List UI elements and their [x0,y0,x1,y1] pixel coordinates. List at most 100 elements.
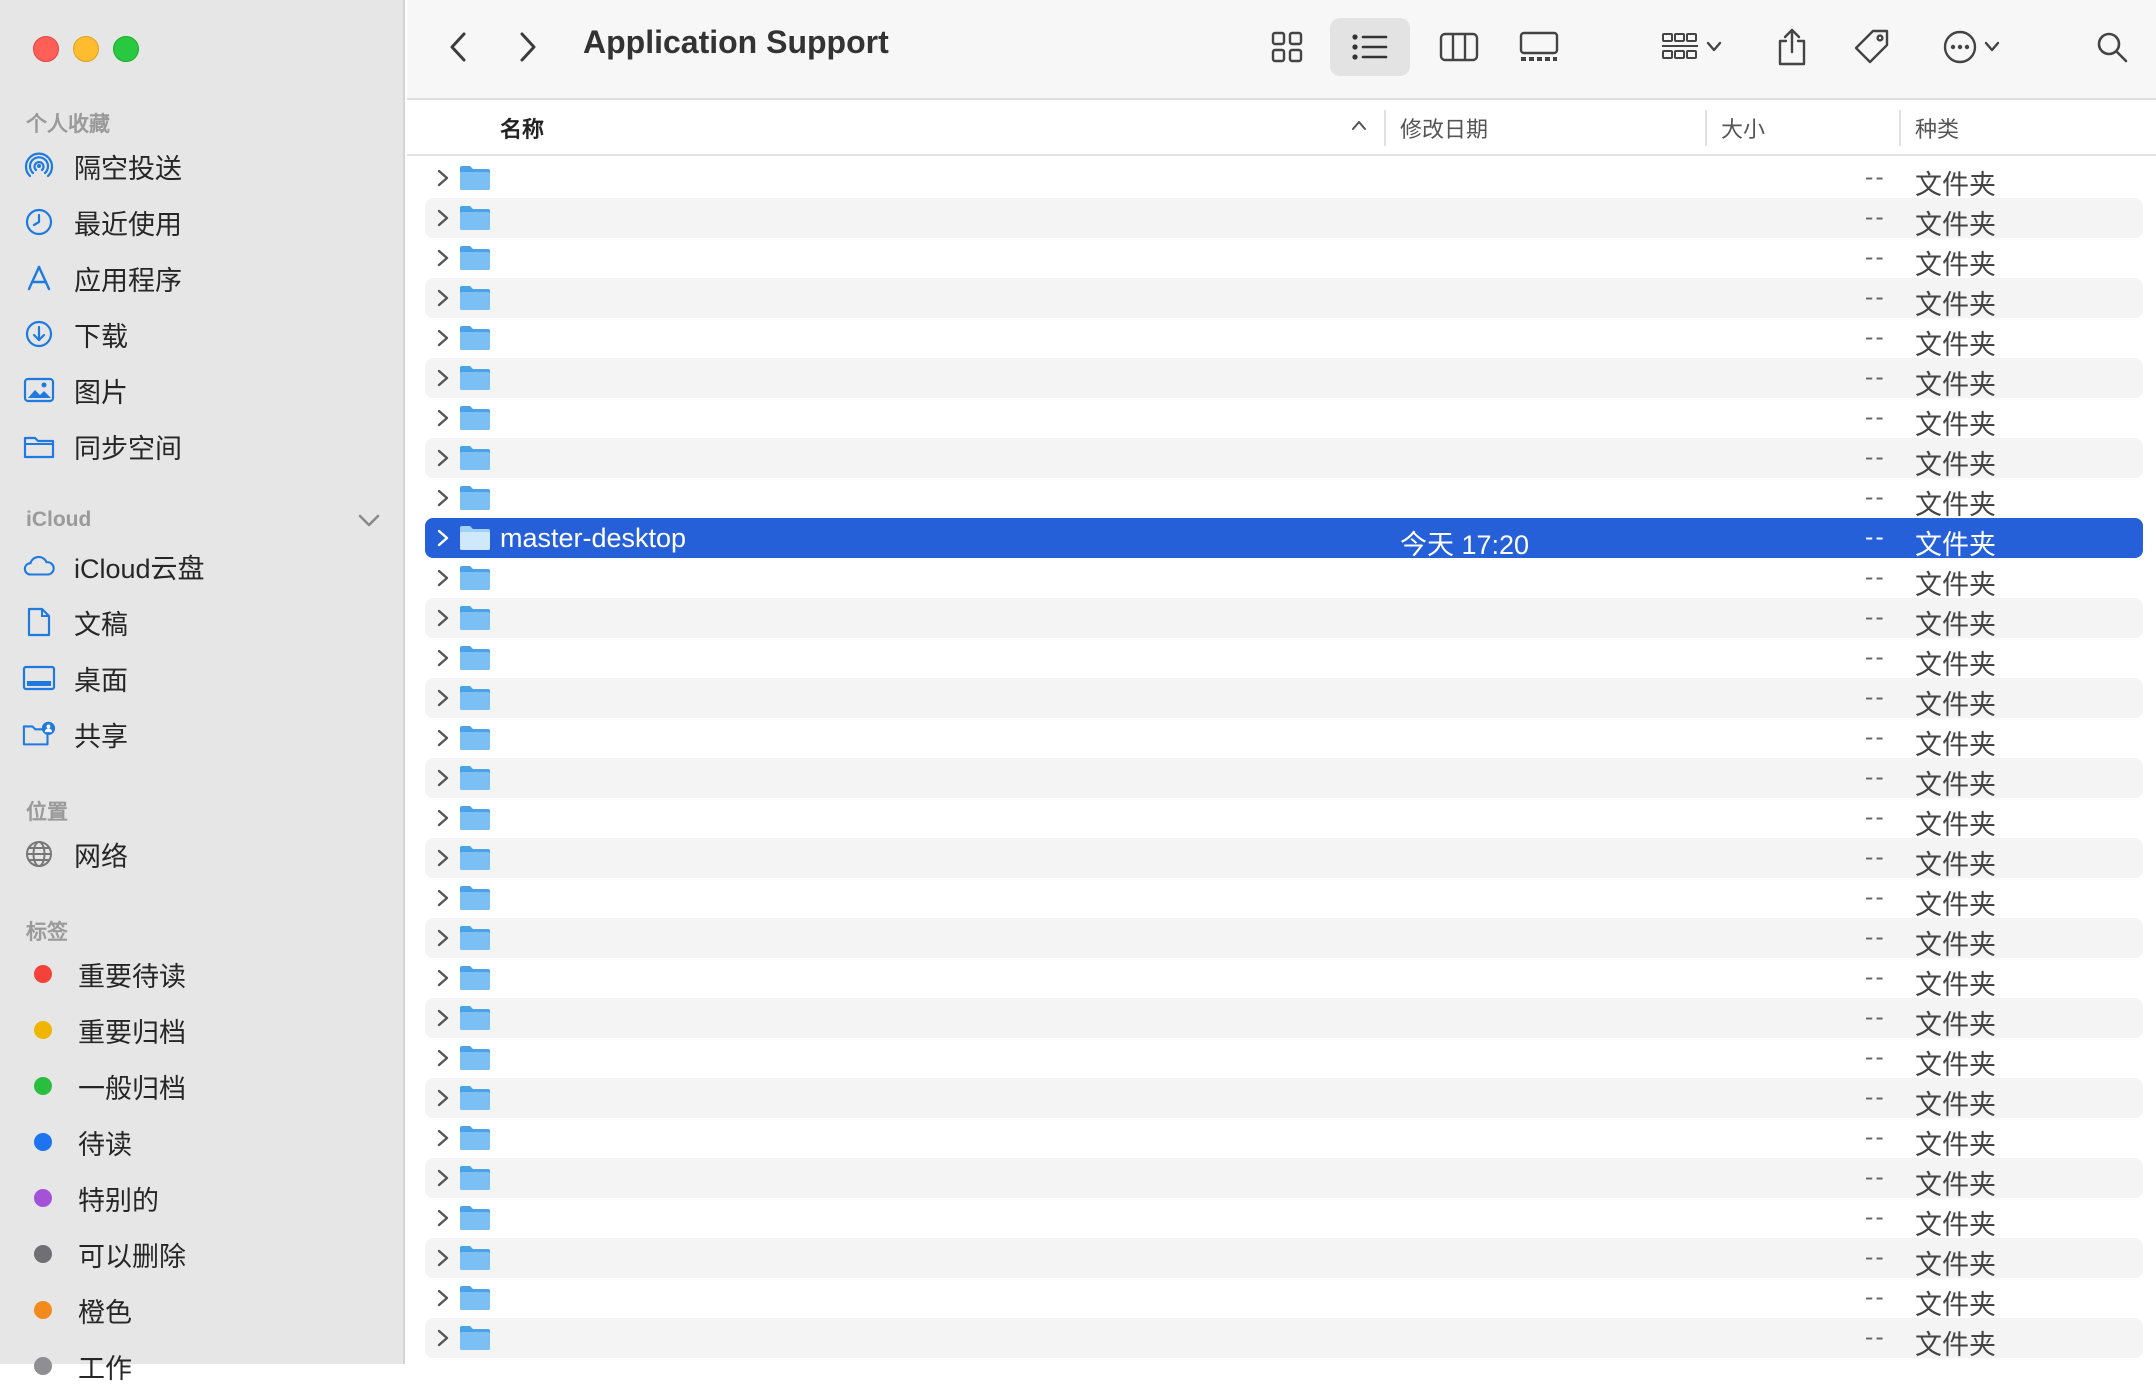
gallery-view-button[interactable] [1509,18,1569,76]
column-divider[interactable] [1384,110,1386,146]
disclosure-chevron-icon[interactable] [433,727,453,749]
table-row[interactable]: -- 文件夹 [425,478,2143,520]
disclosure-chevron-icon[interactable] [433,767,453,789]
disclosure-chevron-icon[interactable] [433,807,453,829]
table-row[interactable]: -- 文件夹 [425,198,2143,240]
table-row[interactable]: -- 文件夹 [425,1158,2143,1200]
group-by-button[interactable] [1649,18,1733,76]
disclosure-chevron-icon[interactable] [433,567,453,589]
table-row[interactable]: -- 文件夹 [425,1238,2143,1280]
disclosure-chevron-icon[interactable] [433,1007,453,1029]
table-row[interactable]: -- 文件夹 [425,1078,2143,1120]
table-row[interactable]: -- 文件夹 [425,1318,2143,1360]
disclosure-chevron-icon[interactable] [433,287,453,309]
disclosure-chevron-icon[interactable] [433,607,453,629]
table-row[interactable]: -- 文件夹 [425,398,2143,440]
column-name[interactable]: 名称 [500,112,544,144]
table-row[interactable]: -- 文件夹 [425,238,2143,280]
table-row[interactable]: -- 文件夹 [425,158,2143,200]
sidebar-item[interactable]: 最近使用 [22,198,392,246]
disclosure-chevron-icon[interactable] [433,367,453,389]
table-row[interactable]: -- 文件夹 [425,798,2143,840]
table-row[interactable]: -- 文件夹 [425,358,2143,400]
table-row[interactable]: -- 文件夹 [425,1198,2143,1240]
sidebar-tag-item[interactable]: 重要归档 [22,1006,392,1054]
table-row[interactable]: -- 文件夹 [425,278,2143,320]
sidebar-item[interactable]: 应用程序 [22,254,392,302]
table-row[interactable]: -- 文件夹 [425,1118,2143,1160]
sidebar-item[interactable]: 同步空间 [22,422,392,470]
disclosure-chevron-icon[interactable] [433,1327,453,1349]
table-row[interactable]: -- 文件夹 [425,598,2143,640]
disclosure-chevron-icon[interactable] [433,1247,453,1269]
sidebar-item[interactable]: 文稿 [22,598,392,646]
disclosure-chevron-icon[interactable] [433,487,453,509]
disclosure-chevron-icon[interactable] [433,447,453,469]
list-view-button[interactable] [1330,18,1410,76]
icon-view-button[interactable] [1257,18,1317,76]
table-row[interactable]: -- 文件夹 [425,1278,2143,1320]
sidebar-item[interactable]: iCloud云盘 [22,542,392,590]
table-row[interactable]: -- 文件夹 [425,878,2143,920]
table-row[interactable]: -- 文件夹 [425,678,2143,720]
back-button[interactable] [437,18,479,76]
sidebar-item[interactable]: 图片 [22,366,392,414]
disclosure-chevron-icon[interactable] [433,527,453,549]
disclosure-chevron-icon[interactable] [433,927,453,949]
sidebar-item[interactable]: 下载 [22,310,392,358]
share-button[interactable] [1767,18,1817,76]
close-window-button[interactable] [33,36,59,62]
column-date-modified[interactable]: 修改日期 [1400,112,1488,144]
sidebar-item[interactable]: 网络 [22,830,392,878]
disclosure-chevron-icon[interactable] [433,1127,453,1149]
table-row[interactable]: -- 文件夹 [425,718,2143,760]
table-row[interactable]: -- 文件夹 [425,838,2143,880]
sidebar-item[interactable]: 桌面 [22,654,392,702]
disclosure-chevron-icon[interactable] [433,167,453,189]
sidebar-tag-item[interactable]: 橙色 [22,1286,392,1334]
disclosure-chevron-icon[interactable] [433,407,453,429]
disclosure-chevron-icon[interactable] [433,327,453,349]
sidebar-tag-item[interactable]: 待读 [22,1118,392,1166]
forward-button[interactable] [507,18,549,76]
search-button[interactable] [2087,18,2137,76]
disclosure-chevron-icon[interactable] [433,1287,453,1309]
sidebar-tag-item[interactable]: 一般归档 [22,1062,392,1110]
sidebar-tag-item[interactable]: 重要待读 [22,950,392,998]
table-row[interactable]: -- 文件夹 [425,318,2143,360]
table-row[interactable]: -- 文件夹 [425,998,2143,1040]
table-row[interactable]: -- 文件夹 [425,438,2143,480]
column-view-button[interactable] [1429,18,1489,76]
table-row[interactable]: -- 文件夹 [425,758,2143,800]
table-row[interactable]: -- 文件夹 [425,558,2143,600]
table-row[interactable]: -- 文件夹 [425,958,2143,1000]
disclosure-chevron-icon[interactable] [433,847,453,869]
column-size[interactable]: 大小 [1721,112,1765,144]
chevron-down-icon[interactable] [354,506,384,536]
disclosure-chevron-icon[interactable] [433,647,453,669]
sidebar-item[interactable]: 共享 [22,710,392,758]
sort-ascending-icon[interactable] [1350,118,1368,137]
table-row[interactable]: -- 文件夹 [425,1038,2143,1080]
zoom-window-button[interactable] [113,36,139,62]
disclosure-chevron-icon[interactable] [433,687,453,709]
disclosure-chevron-icon[interactable] [433,1207,453,1229]
sidebar-tag-item[interactable]: 可以删除 [22,1230,392,1278]
disclosure-chevron-icon[interactable] [433,1167,453,1189]
disclosure-chevron-icon[interactable] [433,1047,453,1069]
disclosure-chevron-icon[interactable] [433,1087,453,1109]
column-divider[interactable] [1899,110,1901,146]
column-divider[interactable] [1705,110,1707,146]
column-kind[interactable]: 种类 [1915,112,1959,144]
disclosure-chevron-icon[interactable] [433,967,453,989]
disclosure-chevron-icon[interactable] [433,247,453,269]
tag-button[interactable] [1847,18,1897,76]
table-row[interactable]: -- 文件夹 [425,638,2143,680]
sidebar-tag-item[interactable]: 特别的 [22,1174,392,1222]
sidebar-tag-item[interactable]: 工作 [22,1342,392,1390]
disclosure-chevron-icon[interactable] [433,207,453,229]
minimize-window-button[interactable] [73,36,99,62]
disclosure-chevron-icon[interactable] [433,887,453,909]
sidebar-item[interactable]: 隔空投送 [22,142,392,190]
table-row[interactable]: -- 文件夹 [425,918,2143,960]
